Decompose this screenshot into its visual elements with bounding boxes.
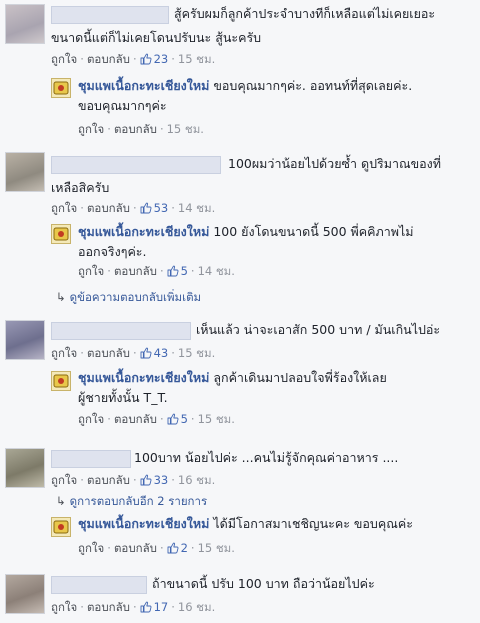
reply-button[interactable]: ตอบกลับ bbox=[114, 412, 157, 426]
page-name-link[interactable]: ชุมแพเนื้อกะทะเชียงใหม่ bbox=[78, 78, 209, 93]
page-logo-icon[interactable] bbox=[51, 78, 71, 98]
comment-actions: ถูกใจ · ตอบกลับ · 43 · 15 ชม. bbox=[51, 346, 216, 360]
like-button[interactable]: ถูกใจ bbox=[78, 264, 104, 278]
commenter-name-redacted[interactable] bbox=[51, 576, 147, 594]
reply-button[interactable]: ตอบกลับ bbox=[87, 346, 130, 360]
avatar[interactable] bbox=[5, 574, 45, 614]
avatar[interactable] bbox=[5, 448, 45, 488]
like-count[interactable]: 23 bbox=[154, 52, 169, 66]
reply-actions: ถูกใจ · ตอบกลับ · 15 ชม. bbox=[78, 122, 204, 136]
like-count[interactable]: 33 bbox=[154, 473, 169, 487]
avatar[interactable] bbox=[5, 152, 45, 192]
reply-button[interactable]: ตอบกลับ bbox=[87, 52, 130, 66]
comment-text-line2: ขนาดนี้แต่ก็ไม่เคยโดนปรับนะ สู้นะครับ bbox=[51, 30, 262, 45]
reply-text-line2: ออกจริงๆค่ะ. bbox=[78, 244, 147, 259]
reply-button[interactable]: ตอบกลับ bbox=[114, 122, 157, 136]
reply-arrow-icon: ↳ bbox=[56, 494, 66, 508]
comment-text: 100ผมว่าน้อยไปด้วยซ้ำ ดูปริมาณของที่ bbox=[228, 156, 442, 171]
reply-text: ชุมแพเนื้อกะทะเชียงใหม่ ขอบคุณมากๆค่ะ. อ… bbox=[78, 78, 413, 93]
reply-text-line2: ขอบคุณมากๆค่ะ bbox=[78, 98, 167, 113]
comment-actions: ถูกใจ · ตอบกลับ · 53 · 14 ชม. bbox=[51, 201, 216, 215]
reply-button[interactable]: ตอบกลับ bbox=[87, 473, 130, 487]
comment-actions: ถูกใจ · ตอบกลับ · 17 · 16 ชม. bbox=[51, 600, 216, 614]
avatar[interactable] bbox=[5, 4, 45, 44]
timestamp[interactable]: 15 ชม. bbox=[198, 541, 235, 555]
like-count[interactable]: 43 bbox=[154, 346, 169, 360]
thumbs-up-icon bbox=[140, 474, 152, 486]
like-count[interactable]: 17 bbox=[154, 600, 169, 614]
comment-text: เห็นแล้ว น่าจะเอาสัก 500 บาท / มันเกินไป… bbox=[196, 322, 441, 337]
comment-text: ถ้าขนาดนี้ ปรับ 100 บาท ถือว่าน้อยไปค่ะ bbox=[152, 576, 375, 591]
comment-text-line2: เหลือสิครับ bbox=[51, 180, 110, 195]
page-logo-icon[interactable] bbox=[51, 517, 71, 537]
reply-button[interactable]: ตอบกลับ bbox=[87, 600, 130, 614]
thumbs-up-icon bbox=[167, 265, 179, 277]
comment-text: สู้ครับผมก็ลูกค้าประจำบางทีก็เหลือแต่ไม่… bbox=[174, 6, 436, 21]
thumbs-up-icon bbox=[167, 542, 179, 554]
like-button[interactable]: ถูกใจ bbox=[51, 600, 77, 614]
like-button[interactable]: ถูกใจ bbox=[78, 122, 104, 136]
reply-text: ชุมแพเนื้อกะทะเชียงใหม่ 100 ยังโดนขนาดนี… bbox=[78, 224, 414, 239]
reply-text: ชุมแพเนื้อกะทะเชียงใหม่ ได้มีโอกาสมาเชชิ… bbox=[78, 516, 413, 531]
commenter-name-redacted[interactable] bbox=[51, 156, 221, 174]
timestamp[interactable]: 14 ชม. bbox=[198, 264, 235, 278]
commenter-name-redacted[interactable] bbox=[51, 322, 191, 340]
thumbs-up-icon bbox=[140, 347, 152, 359]
thumbs-up-icon bbox=[140, 601, 152, 613]
timestamp[interactable]: 15 ชม. bbox=[178, 346, 215, 360]
reply-arrow-icon: ↳ bbox=[56, 290, 66, 304]
comment-actions: ถูกใจ · ตอบกลับ · 23 · 15 ชม. bbox=[51, 52, 216, 66]
view-more-replies-link[interactable]: ↳ ดูข้อความตอบกลับเพิ่มเติม bbox=[56, 289, 201, 307]
reply-button[interactable]: ตอบกลับ bbox=[114, 541, 157, 555]
thumbs-up-icon bbox=[140, 202, 152, 214]
like-button[interactable]: ถูกใจ bbox=[51, 52, 77, 66]
page-name-link[interactable]: ชุมแพเนื้อกะทะเชียงใหม่ bbox=[78, 370, 209, 385]
timestamp[interactable]: 16 ชม. bbox=[178, 473, 215, 487]
like-button[interactable]: ถูกใจ bbox=[78, 541, 104, 555]
reply-actions: ถูกใจ · ตอบกลับ · 5 · 15 ชม. bbox=[78, 412, 235, 426]
view-more-replies-link[interactable]: ↳ ดูการตอบกลับอีก 2 รายการ bbox=[56, 493, 207, 511]
like-button[interactable]: ถูกใจ bbox=[51, 201, 77, 215]
like-button[interactable]: ถูกใจ bbox=[51, 473, 77, 487]
timestamp[interactable]: 15 ชม. bbox=[178, 52, 215, 66]
thumbs-up-icon bbox=[140, 53, 152, 65]
like-button[interactable]: ถูกใจ bbox=[51, 346, 77, 360]
like-count[interactable]: 2 bbox=[181, 541, 188, 555]
like-count[interactable]: 5 bbox=[181, 412, 188, 426]
page-logo-icon[interactable] bbox=[51, 224, 71, 244]
timestamp[interactable]: 14 ชม. bbox=[178, 201, 215, 215]
reply-text-line2: ผู้ชายทั้งนั้น T_T. bbox=[78, 390, 168, 405]
page-name-link[interactable]: ชุมแพเนื้อกะทะเชียงใหม่ bbox=[78, 224, 209, 239]
avatar[interactable] bbox=[5, 320, 45, 360]
timestamp[interactable]: 16 ชม. bbox=[178, 600, 215, 614]
comment-text: 100บาท น้อยไปค่ะ ...คนไม่รู้จักคุณค่าอาห… bbox=[134, 450, 399, 465]
reply-actions: ถูกใจ · ตอบกลับ · 2 · 15 ชม. bbox=[78, 541, 235, 555]
commenter-name-redacted[interactable] bbox=[51, 450, 131, 468]
page-name-link[interactable]: ชุมแพเนื้อกะทะเชียงใหม่ bbox=[78, 516, 209, 531]
page-logo-icon[interactable] bbox=[51, 371, 71, 391]
reply-actions: ถูกใจ · ตอบกลับ · 5 · 14 ชม. bbox=[78, 264, 235, 278]
reply-text: ชุมแพเนื้อกะทะเชียงใหม่ ลูกค้าเดินมาปลอบ… bbox=[78, 370, 387, 385]
thumbs-up-icon bbox=[167, 413, 179, 425]
like-count[interactable]: 5 bbox=[181, 264, 188, 278]
timestamp[interactable]: 15 ชม. bbox=[198, 412, 235, 426]
commenter-name-redacted[interactable] bbox=[51, 6, 169, 24]
like-button[interactable]: ถูกใจ bbox=[78, 412, 104, 426]
timestamp[interactable]: 15 ชม. bbox=[167, 122, 204, 136]
comment-actions: ถูกใจ · ตอบกลับ · 33 · 16 ชม. bbox=[51, 473, 216, 487]
reply-button[interactable]: ตอบกลับ bbox=[114, 264, 157, 278]
like-count[interactable]: 53 bbox=[154, 201, 169, 215]
reply-button[interactable]: ตอบกลับ bbox=[87, 201, 130, 215]
